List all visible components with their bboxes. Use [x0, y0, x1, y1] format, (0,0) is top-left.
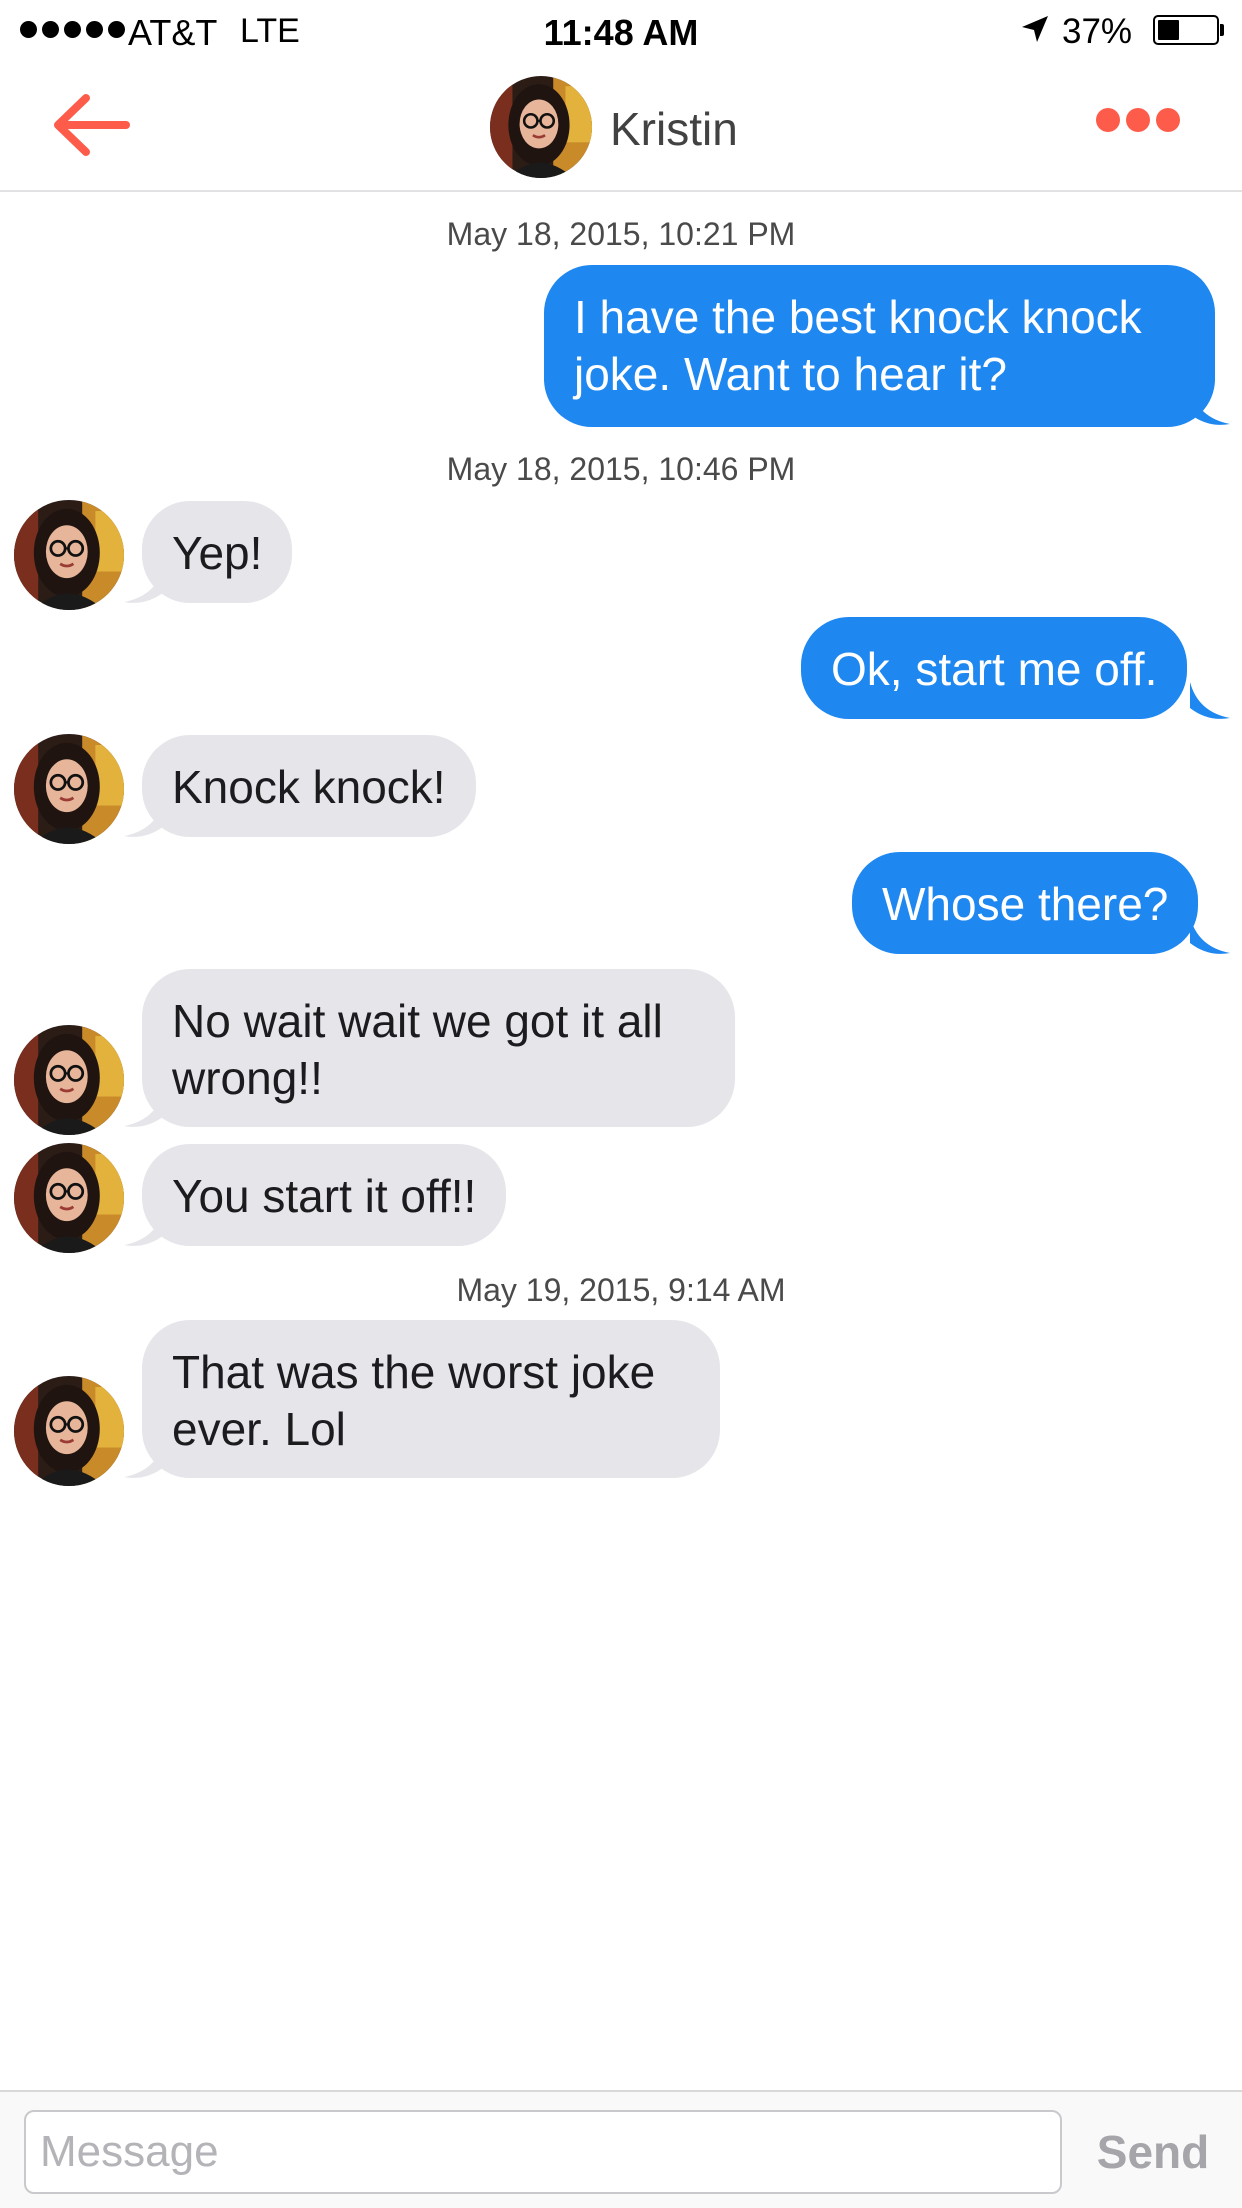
battery-icon [1153, 15, 1219, 45]
bubble-tail [1190, 917, 1230, 954]
bubble-tail [1190, 682, 1230, 719]
battery-percent: 37% [1062, 12, 1133, 51]
battery-tip [1220, 24, 1224, 36]
message-timestamp: May 19, 2015, 9:14 AM [456, 1272, 786, 1308]
contact-avatar[interactable] [14, 500, 124, 610]
bubble-tail [124, 566, 164, 603]
more-options-icon[interactable] [1096, 108, 1180, 132]
message-timestamp: May 18, 2015, 10:21 PM [446, 216, 796, 252]
incoming-message[interactable]: No wait wait we got it all wrong!! [142, 969, 735, 1127]
message-timestamp: May 18, 2015, 10:46 PM [446, 451, 796, 487]
message-input[interactable] [24, 2110, 1062, 2194]
outgoing-message[interactable]: Whose there? [852, 852, 1199, 954]
contact-name[interactable]: Kristin [610, 102, 738, 156]
bubble-tail [124, 1441, 164, 1478]
outgoing-message[interactable]: I have the best knock knock joke. Want t… [544, 265, 1215, 427]
contact-avatar[interactable] [14, 1376, 124, 1486]
contact-avatar[interactable] [14, 734, 124, 844]
contact-avatar[interactable] [14, 1143, 124, 1253]
bubble-tail [1190, 388, 1230, 425]
incoming-message[interactable]: Knock knock! [142, 735, 476, 837]
message-composer: Send [0, 2090, 1242, 2208]
contact-avatar[interactable] [14, 1025, 124, 1135]
battery-level-fill [1158, 20, 1179, 40]
outgoing-message[interactable]: Ok, start me off. [801, 617, 1188, 719]
bubble-tail [124, 1209, 164, 1246]
bubble-tail [124, 1090, 164, 1127]
bubble-tail [124, 800, 164, 837]
incoming-message[interactable]: You start it off!! [142, 1144, 507, 1246]
status-time: 11:48 AM [543, 12, 699, 53]
incoming-message[interactable]: That was the worst joke ever. Lol [142, 1320, 720, 1478]
location-arrow-icon [1022, 16, 1048, 42]
chat-header: Kristin [0, 62, 1242, 192]
chat-screen: AT&T LTE 11:48 AM 37% Kristin May 18, 20… [0, 0, 1242, 2208]
send-button[interactable]: Send [1078, 2110, 1228, 2194]
status-bar: AT&T LTE 11:48 AM 37% [0, 0, 1242, 62]
incoming-message[interactable]: Yep! [142, 501, 293, 603]
contact-avatar[interactable] [490, 76, 592, 178]
back-arrow-icon[interactable] [52, 92, 132, 158]
